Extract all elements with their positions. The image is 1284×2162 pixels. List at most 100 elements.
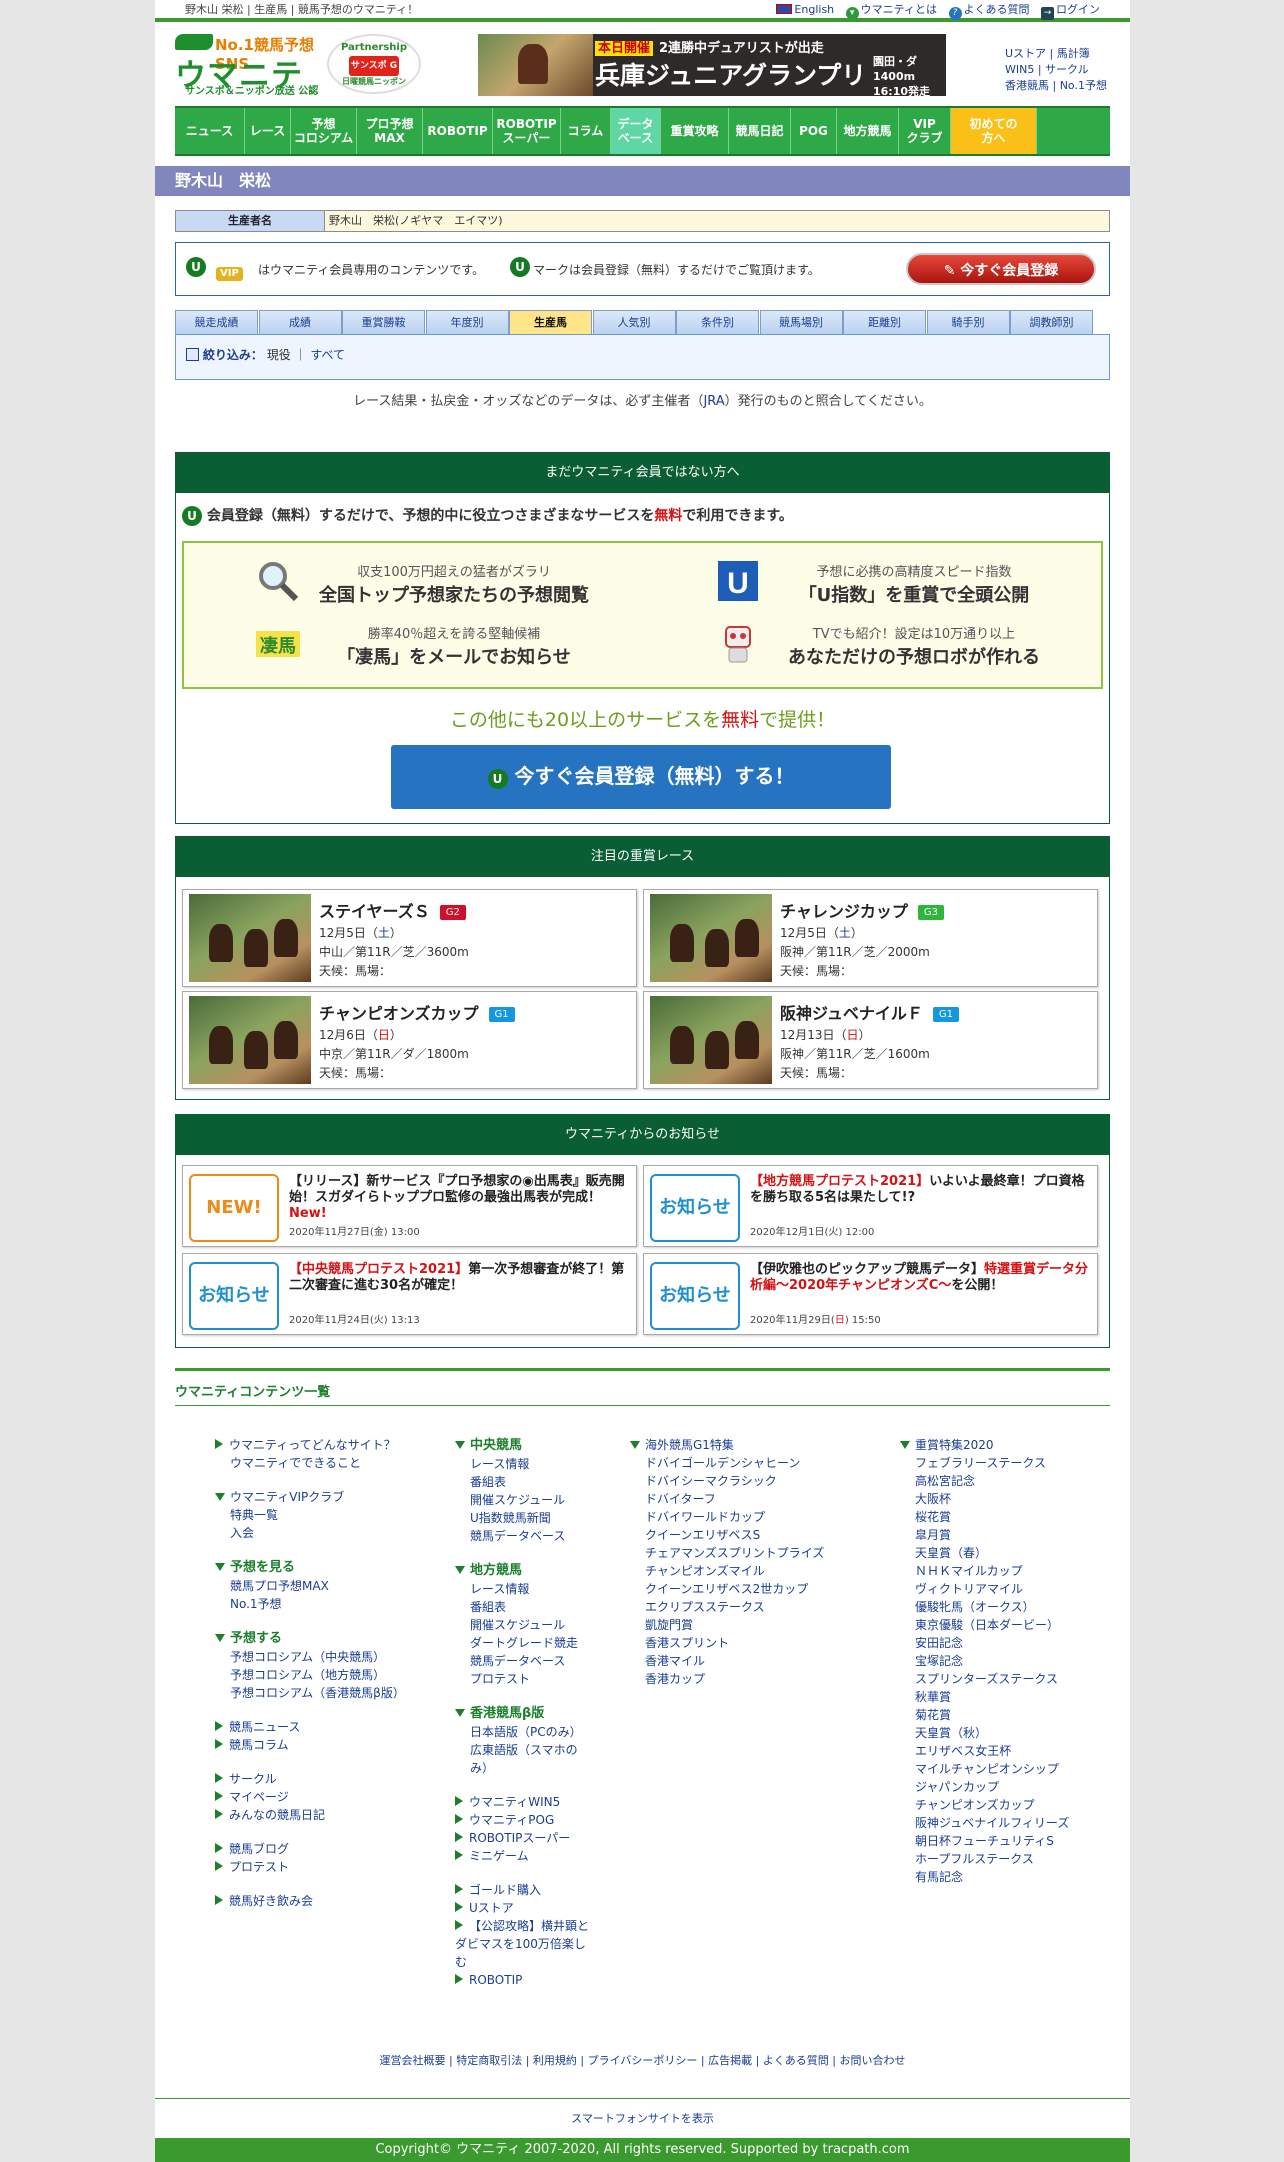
circle-link[interactable]: サークル xyxy=(1045,63,1089,76)
bakeibo-link[interactable]: 馬計簿 xyxy=(1057,47,1090,60)
contents-link[interactable]: 競馬コラム xyxy=(215,1736,445,1754)
tab-item[interactable]: 条件別 xyxy=(676,310,759,336)
contents-link[interactable]: 秋華賞 xyxy=(900,1688,1130,1706)
contents-link[interactable]: 地方競馬 xyxy=(455,1561,595,1580)
contents-link[interactable]: ROBOTIP xyxy=(455,1971,595,1989)
contents-link[interactable]: ROBOTIPスーパー xyxy=(455,1829,595,1847)
win5-link[interactable]: WIN5 xyxy=(1005,63,1034,76)
jra-link[interactable]: JRA xyxy=(703,394,724,409)
register-free-button[interactable]: U 今すぐ会員登録（無料）する！ xyxy=(391,745,891,809)
news-item[interactable]: お知らせ 【地方競馬プロテスト2021】いよいよ最終章！プロ資格を勝ち取る5名は果… xyxy=(643,1165,1098,1247)
nav-item[interactable]: 重賞攻略 xyxy=(661,108,729,154)
nav-item[interactable]: データ ベース xyxy=(611,108,661,154)
login-link[interactable]: → ログイン xyxy=(1041,3,1100,20)
contents-link[interactable]: 特典一覧 xyxy=(215,1506,445,1524)
contents-link[interactable]: 入会 xyxy=(215,1524,445,1542)
contents-link[interactable]: レース情報 xyxy=(455,1455,595,1473)
nav-item[interactable]: 予想 コロシアム xyxy=(291,108,357,154)
contents-link[interactable]: 香港カップ xyxy=(630,1670,860,1688)
contents-link[interactable]: プロテスト xyxy=(215,1858,445,1876)
contents-link[interactable]: 競馬データベース xyxy=(455,1652,595,1670)
filter-all[interactable]: すべて xyxy=(310,348,345,362)
race-card[interactable]: チャンピオンズカップ G1 12月6日（日） 中京／第11R／ダ／1800m 天候：馬場… xyxy=(182,991,637,1089)
contents-link[interactable]: ウマニティPOG xyxy=(455,1811,595,1829)
contents-link[interactable]: 宝塚記念 xyxy=(900,1652,1130,1670)
contents-link[interactable]: ウマニティWIN5 xyxy=(455,1793,595,1811)
contents-link[interactable]: 日本語版（PCのみ） xyxy=(455,1723,595,1741)
news-title[interactable]: 【リリース】新サービス『プロ予想家の◉出馬表』販売開始！スガダイらトッププロ監修… xyxy=(289,1174,631,1222)
contents-link[interactable]: 海外競馬G1特集 xyxy=(630,1436,860,1454)
no1-link[interactable]: No.1予想 xyxy=(1060,79,1107,92)
contents-link[interactable]: 予想コロシアム（地方競馬） xyxy=(215,1666,445,1684)
contents-link[interactable]: 予想を見る xyxy=(215,1558,445,1577)
nav-item[interactable]: 初めての 方へ xyxy=(951,108,1037,154)
english-link[interactable]: English xyxy=(776,3,834,16)
tab-item[interactable]: 距離別 xyxy=(843,310,926,336)
contents-link[interactable]: プロテスト xyxy=(455,1670,595,1688)
contents-link[interactable]: 有馬記念 xyxy=(900,1868,1130,1886)
ustore-link[interactable]: Uストア xyxy=(1005,47,1046,60)
contents-link[interactable]: 重賞特集2020 xyxy=(900,1436,1130,1454)
contents-link[interactable]: 予想コロシアム（香港競馬β版） xyxy=(215,1684,445,1702)
news-item[interactable]: お知らせ 【伊吹雅也のピックアップ競馬データ】特選重賞データ分析編～2020年チャ… xyxy=(643,1253,1098,1335)
contents-link[interactable]: U指数競馬新聞 xyxy=(455,1509,595,1527)
contents-link[interactable]: No.1予想 xyxy=(215,1595,445,1613)
contents-link[interactable]: 菊花賞 xyxy=(900,1706,1130,1724)
nav-item[interactable]: ROBOTIP xyxy=(423,108,493,154)
faq-link[interactable]: ? よくある質問 xyxy=(948,3,1030,20)
contents-link[interactable]: 凱旋門賞 xyxy=(630,1616,860,1634)
news-title[interactable]: 【地方競馬プロテスト2021】いよいよ最終章！プロ資格を勝ち取る5名は果たして!… xyxy=(750,1174,1092,1206)
contents-link[interactable]: ドバイワールドカップ xyxy=(630,1508,860,1526)
contents-link[interactable]: 番組表 xyxy=(455,1473,595,1491)
news-title[interactable]: 【中央競馬プロテスト2021】第一次予想審査が終了！第二次審査に進む30名が確定… xyxy=(289,1262,631,1294)
contents-link[interactable]: 高松宮記念 xyxy=(900,1472,1130,1490)
contents-link[interactable]: チェアマンズスプリントプライズ xyxy=(630,1544,860,1562)
race-card[interactable]: チャレンジカップ G3 12月5日（土） 阪神／第11R／芝／2000m 天候：馬場： xyxy=(643,889,1098,987)
tab-item[interactable]: 調教師別 xyxy=(1010,310,1093,336)
race-name[interactable]: 阪神ジュベナイルＦ G1 xyxy=(780,1000,960,1024)
contents-link[interactable]: レース情報 xyxy=(455,1580,595,1598)
news-item[interactable]: NEW! 【リリース】新サービス『プロ予想家の◉出馬表』販売開始！スガダイらトップ… xyxy=(182,1165,637,1247)
top-banner[interactable]: 本日開催 2連勝中デュアリストが出走 兵庫ジュニアグランプリ 園田・ダ1400m 1… xyxy=(478,34,946,96)
contents-link[interactable]: ゴールド購入 xyxy=(455,1881,595,1899)
contents-link[interactable]: 桜花賞 xyxy=(900,1508,1130,1526)
tab-item[interactable]: 成績 xyxy=(258,310,342,336)
smartphone-link[interactable]: スマートフォンサイトを表示 xyxy=(155,2098,1130,2138)
contents-link[interactable]: サークル xyxy=(215,1770,445,1788)
tab-item[interactable]: 重賞勝鞍 xyxy=(342,310,425,336)
contents-link[interactable]: ダートグレード競走 xyxy=(455,1634,595,1652)
contents-link[interactable]: 予想コロシアム（中央競馬） xyxy=(215,1648,445,1666)
about-link[interactable]: ▾ ウマニティとは xyxy=(845,3,937,20)
race-card[interactable]: ステイヤーズＳ G2 12月5日（土） 中山／第11R／芝／3600m 天候：馬場： xyxy=(182,889,637,987)
contents-link[interactable]: 香港競馬β版 xyxy=(455,1704,595,1723)
contents-link[interactable]: 天皇賞（秋） xyxy=(900,1724,1130,1742)
contents-link[interactable]: 大阪杯 xyxy=(900,1490,1130,1508)
contents-link[interactable]: 競馬データベース xyxy=(455,1527,595,1545)
contents-link[interactable]: 競馬好き飲み会 xyxy=(215,1892,445,1910)
contents-link[interactable]: ジャパンカップ xyxy=(900,1778,1130,1796)
nav-item[interactable]: コラム xyxy=(561,108,611,154)
contents-link[interactable]: 競馬プロ予想MAX xyxy=(215,1577,445,1595)
register-button[interactable]: ✎ 今すぐ会員登録 xyxy=(906,253,1096,285)
footer-links[interactable]: 運営会社概要 | 特定商取引法 | 利用規約 | プライバシーポリシー | 広告… xyxy=(155,2052,1130,2068)
contents-link[interactable]: ドバイゴールデンシャヒーン xyxy=(630,1454,860,1472)
tab-item[interactable]: 騎手別 xyxy=(926,310,1010,336)
tab-item[interactable]: 生産馬 xyxy=(509,310,592,336)
contents-link[interactable]: 天皇賞（春） xyxy=(900,1544,1130,1562)
contents-link[interactable]: 皐月賞 xyxy=(900,1526,1130,1544)
contents-link[interactable]: 開催スケジュール xyxy=(455,1616,595,1634)
contents-link[interactable]: 競馬ニュース xyxy=(215,1718,445,1736)
contents-link[interactable]: 安田記念 xyxy=(900,1634,1130,1652)
contents-link[interactable]: ドバイシーマクラシック xyxy=(630,1472,860,1490)
filter-active[interactable]: 現役 xyxy=(267,348,291,362)
site-logo[interactable]: No.1競馬予想SNS ウマニティ サンスポ＆ニッポン放送 公認 xyxy=(175,32,325,139)
tab-item[interactable]: 競走成績 xyxy=(175,310,258,336)
contents-link[interactable]: 【公認攻略】横井顕とダビマスを100万倍楽しむ xyxy=(455,1917,595,1971)
race-name[interactable]: ステイヤーズＳ G2 xyxy=(319,898,466,922)
tab-item[interactable]: 競馬場別 xyxy=(759,310,843,336)
contents-link[interactable]: 予想する xyxy=(215,1629,445,1648)
nav-item[interactable]: VIP クラブ xyxy=(899,108,951,154)
contents-link[interactable]: フェブラリーステークス xyxy=(900,1454,1130,1472)
contents-link[interactable]: エクリプスステークス xyxy=(630,1598,860,1616)
hongkong-link[interactable]: 香港競馬 xyxy=(1005,79,1049,92)
